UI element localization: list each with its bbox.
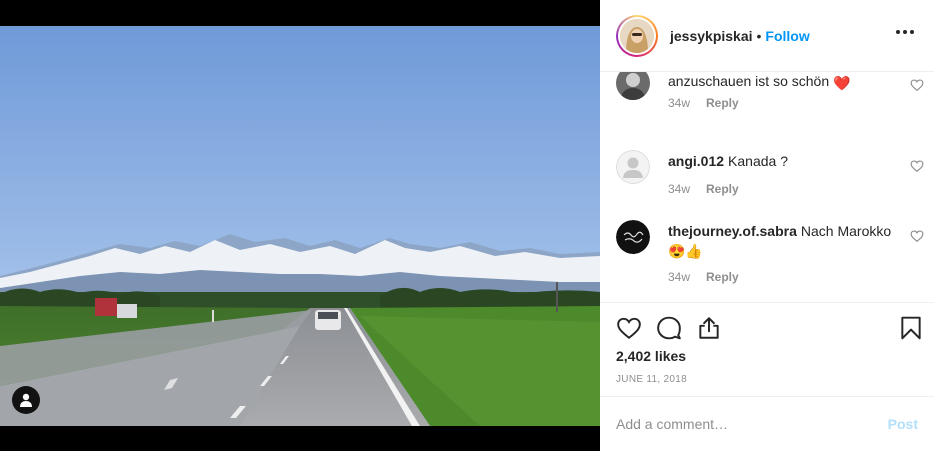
comment-meta: 34w Reply [668, 182, 739, 196]
comment-time: 34w [668, 270, 691, 284]
share-icon[interactable] [696, 315, 722, 341]
post-header: jessykpiskai • Follow [600, 0, 934, 72]
comment-meta: 34w Reply [668, 96, 739, 110]
comment-like-heart-icon[interactable] [910, 229, 924, 243]
commenter-avatar[interactable] [616, 150, 650, 184]
instagram-post-view: jessykpiskai • Follow travelja [0, 0, 934, 451]
comment-like-heart-icon[interactable] [910, 159, 924, 173]
add-comment-section: Post [600, 396, 934, 451]
author-avatar[interactable] [616, 14, 658, 57]
comment-time: 34w [668, 96, 691, 110]
heart-eyes-thumbs-up-emoji: 😍👍 [668, 243, 703, 259]
comment-bubble-icon[interactable] [656, 315, 682, 341]
header-user-line: jessykpiskai • Follow [670, 28, 810, 44]
more-options-icon[interactable] [892, 26, 918, 38]
follow-button[interactable]: Follow [765, 28, 809, 44]
post-comment-button[interactable]: Post [888, 416, 918, 432]
commenter-username[interactable]: angi.012 [668, 153, 724, 169]
likes-count[interactable]: 2,402 likes [616, 348, 686, 364]
comment-text-block: traveljaichenEure Art die Welt anzuschau… [668, 72, 898, 90]
comment-like-heart-icon[interactable] [910, 78, 924, 92]
commenter-avatar[interactable] [616, 220, 650, 254]
tagged-users-button[interactable] [12, 386, 40, 414]
reply-button[interactable]: Reply [706, 96, 739, 110]
author-username[interactable]: jessykpiskai [670, 28, 753, 44]
header-separator: • [756, 27, 762, 44]
post-side-panel: jessykpiskai • Follow travelja [600, 0, 934, 451]
comment-time: 34w [668, 182, 691, 196]
author-avatar-photo [620, 18, 654, 53]
commenter-avatar[interactable] [616, 72, 650, 100]
landscape-road-image [0, 26, 600, 426]
add-comment-input[interactable] [616, 416, 888, 432]
comment-text-block: angi.012 Kanada ? [668, 152, 898, 170]
comment-meta: 34w Reply [668, 270, 739, 284]
post-media [0, 0, 600, 451]
comment-text: Kanada ? [728, 153, 788, 169]
user-icon [20, 393, 32, 407]
save-bookmark-icon[interactable] [898, 315, 924, 341]
comments-list[interactable]: traveljaichenEure Art die Welt anzuschau… [600, 72, 934, 302]
comment-text-block: thejourney.of.sabra Nach Marokko 😍👍 [668, 222, 898, 258]
like-heart-icon[interactable] [616, 315, 642, 341]
heart-emoji: ❤️ [833, 75, 851, 91]
post-date[interactable]: JUNE 11, 2018 [616, 374, 687, 385]
comment-text: Nach Marokko [800, 223, 892, 239]
post-photo[interactable] [0, 26, 600, 426]
reply-button[interactable]: Reply [706, 182, 739, 196]
post-actions: 2,402 likes JUNE 11, 2018 [600, 302, 934, 396]
reply-button[interactable]: Reply [706, 270, 739, 284]
commenter-username[interactable]: thejourney.of.sabra [668, 223, 797, 239]
